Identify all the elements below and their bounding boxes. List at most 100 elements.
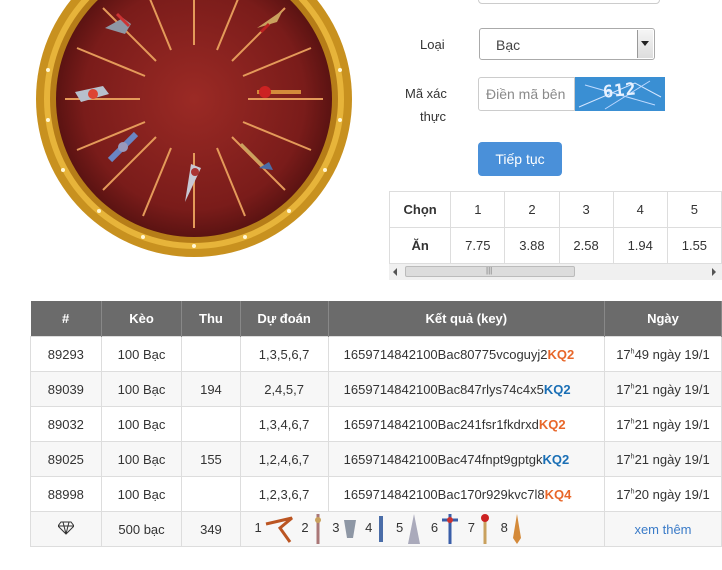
odds-choice: 5 [666,191,722,228]
row-key-text: 1659714842100Bac80775vcoguyj2 [343,346,548,362]
row-date-rest: 21 ngày 19/1 [634,416,710,432]
row-bet: 100 Bạc [100,406,183,442]
row-key-text: 1659714842100Bac170r929kvc7l8 [343,486,545,502]
weapon-6-icon [442,514,459,544]
weapon-4-icon [379,516,384,542]
table-row: 89293 100 Bạc 1,3,5,6,7 1659714842100Bac… [30,336,722,372]
row-date: 17h49 ngày 19/1 [603,336,722,372]
row-bet: 100 Bạc [100,441,183,477]
row-hour: 17 [616,416,631,432]
weapon-1-icon [265,516,293,543]
chevron-down-icon [637,30,653,58]
row-result: KQ2 [543,381,571,397]
table-row: 89025 100 Bạc 155 1,2,4,6,7 165971484210… [30,441,722,477]
odds-scrollbar[interactable]: ||| [389,263,722,280]
lucky-wheel [36,0,352,257]
weapon-7-icon [480,514,489,544]
weapon-5-icon [408,514,421,544]
row-id: 89039 [30,371,102,407]
row-date-rest: 21 ngày 19/1 [634,381,710,397]
weapon-number: 1 [254,520,262,536]
row-gain [181,336,241,372]
see-more-link[interactable]: xem thêm [634,522,691,537]
row-bet: 100 Bạc [100,476,183,512]
captcha-image[interactable]: 612 [575,77,665,111]
odds-payout: 1.94 [612,227,668,264]
summary-gain: 349 [181,511,241,547]
row-gain [181,476,241,512]
odds-choice: 2 [504,191,560,228]
odds-choice: 3 [558,191,614,228]
row-guess: 1,3,5,6,7 [239,336,329,372]
history-table: # Kèo Thu Dự đoán Kết quả (key) Ngày 892… [30,301,722,547]
row-date: 17h21 ngày 19/1 [603,406,722,442]
row-result: KQ2 [538,416,566,432]
type-select[interactable]: Bạc [479,28,655,60]
row-gain: 155 [181,441,241,477]
row-date: 17h20 ngày 19/1 [603,476,722,512]
captcha-label-line1: Mã xác [405,86,447,101]
weapon-number: 2 [301,520,309,536]
type-label: Loại [420,37,445,52]
row-key: 1659714842100Bac847rlys74c4x5KQ2 [327,371,605,407]
row-key-text: 1659714842100Bac474fnpt9gptgk [343,451,543,467]
summary-row: 500 bạc 349 1 2 3 4 5 6 7 8 xem thêm [30,511,722,547]
table-row: 89039 100 Bạc 194 2,4,5,7 1659714842100B… [30,371,722,407]
row-result: KQ2 [542,451,570,467]
type-select-value: Bạc [496,37,521,53]
row-id: 89293 [30,336,102,372]
row-key-text: 1659714842100Bac847rlys74c4x5 [343,381,544,397]
row-hour: 17 [616,486,631,502]
amount-input[interactable] [478,0,660,4]
weapon-2-icon [314,514,321,544]
row-id: 88998 [30,476,102,512]
row-key: 1659714842100Bac474fnpt9gptgkKQ2 [327,441,605,477]
col-header-id: # [30,301,102,337]
captcha-input[interactable] [478,77,575,111]
scrollbar-thumb[interactable]: ||| [405,266,575,277]
table-row: 88998 100 Bạc 1,2,3,6,7 1659714842100Bac… [30,476,722,512]
odds-payout: 7.75 [450,227,506,264]
odds-choice: 1 [450,191,506,228]
weapon-8-icon [512,514,521,544]
scroll-right-icon[interactable] [712,268,716,276]
row-bet: 100 Bạc [100,336,183,372]
row-key-text: 1659714842100Bac241fsr1fkdrxd [343,416,539,432]
row-hour: 17 [616,451,631,467]
odds-table: Chọn 1 2 3 4 5 Ăn 7.75 3.88 2.58 1.94 1.… [389,191,722,264]
row-key: 1659714842100Bac80775vcoguyj2KQ2 [327,336,605,372]
captcha-code: 612 [602,79,638,103]
weapon-number: 6 [430,520,439,536]
diamond-icon [30,511,102,547]
continue-button[interactable]: Tiếp tục [478,142,562,176]
weapon-number: 4 [365,520,373,536]
row-result: KQ4 [544,486,572,502]
weapon-3-icon [343,520,356,538]
row-key: 1659714842100Bac241fsr1fkdrxdKQ2 [327,406,605,442]
col-header-gain: Thu [181,301,241,337]
row-guess: 2,4,5,7 [239,371,329,407]
row-gain [181,406,241,442]
col-header-bet: Kèo [101,301,183,337]
col-header-guess: Dự đoán [240,301,329,337]
row-id: 89025 [30,441,102,477]
odds-payout: 2.58 [558,227,614,264]
weapon-number: 3 [332,520,340,536]
more-cell: xem thêm [603,511,722,547]
row-gain: 194 [181,371,241,407]
row-key: 1659714842100Bac170r929kvc7l8KQ4 [327,476,605,512]
weapon-list: 1 2 3 4 5 6 7 8 [239,511,605,547]
odds-choose-header: Chọn [389,191,452,228]
row-date-rest: 21 ngày 19/1 [634,451,710,467]
row-guess: 1,3,4,6,7 [239,406,329,442]
row-date: 17h21 ngày 19/1 [603,441,722,477]
scroll-left-icon[interactable] [393,268,397,276]
table-row: 89032 100 Bạc 1,3,4,6,7 1659714842100Bac… [30,406,722,442]
row-hour: 17 [616,381,631,397]
row-bet: 100 Bạc [100,371,183,407]
row-result: KQ2 [547,346,575,362]
captcha-label-line2: thực [420,109,447,124]
row-date-rest: 20 ngày 19/1 [634,486,710,502]
weapon-number: 7 [467,520,475,536]
odds-win-header: Ăn [389,227,452,264]
